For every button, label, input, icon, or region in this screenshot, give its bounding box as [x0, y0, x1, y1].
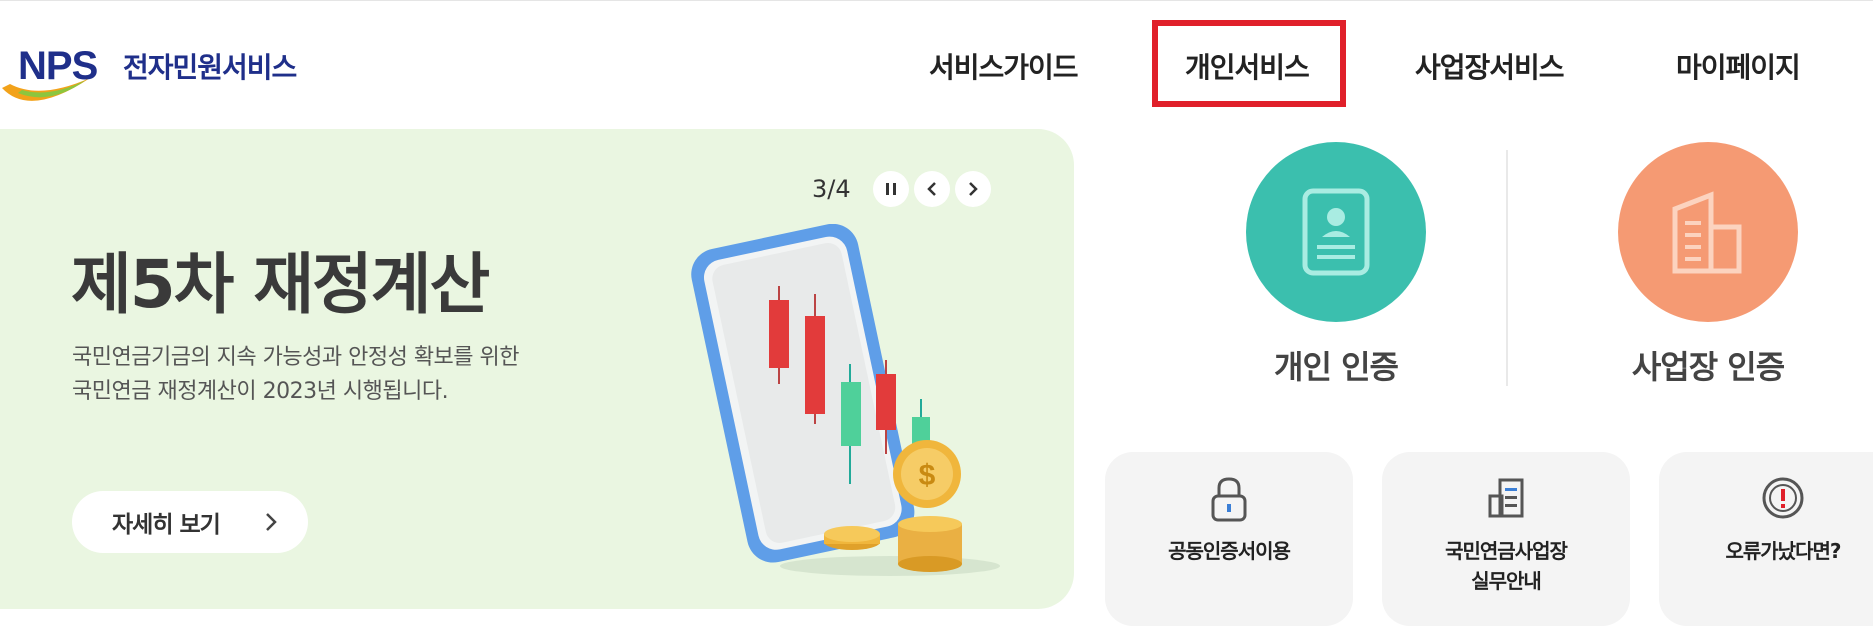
- quick-link-guide-line-2: 실무안내: [1471, 569, 1542, 593]
- svg-text:$: $: [919, 459, 936, 492]
- logo-title: 전자민원서비스: [123, 51, 297, 84]
- phone-chart-illustration: $: [691, 224, 1000, 576]
- auth-divider: [1506, 150, 1508, 386]
- pause-button[interactable]: [873, 171, 909, 207]
- nav-business-service[interactable]: 사업장서비스: [1415, 48, 1565, 88]
- business-auth-circle: [1618, 142, 1798, 322]
- banner-description: 국민연금기금의 지속 가능성과 안정성 확보를 위한 국민연금 재정계산이 20…: [72, 341, 632, 409]
- quick-link-business-guide[interactable]: 국민연금사업장 실무안내: [1382, 452, 1630, 626]
- chevron-right-icon: [266, 513, 277, 531]
- prev-slide-button[interactable]: [914, 171, 950, 207]
- quick-link-guide-line-1: 국민연금사업장: [1445, 539, 1568, 563]
- personal-auth-label: 개인 인증: [1274, 348, 1399, 386]
- id-card-icon: [1302, 188, 1370, 276]
- quick-link-certificate-label: 공동인증서이용: [1168, 539, 1291, 563]
- view-details-label: 자세히 보기: [112, 512, 221, 538]
- quick-link-error-help[interactable]: 오류가났다면?: [1659, 452, 1873, 626]
- pause-icon: [886, 183, 896, 195]
- logo-mark: NPS: [18, 44, 98, 88]
- nav-service-guide[interactable]: 서비스가이드: [929, 48, 1079, 88]
- alert-icon: [1762, 477, 1804, 519]
- chevron-left-icon: [927, 182, 936, 196]
- nav-highlight-box: [1152, 20, 1346, 107]
- nav-mypage[interactable]: 마이페이지: [1676, 48, 1801, 88]
- slide-counter: 3/4: [812, 175, 851, 203]
- business-auth-button[interactable]: 사업장 인증: [1608, 142, 1808, 388]
- banner-title: 제5차 재정계산: [71, 246, 490, 323]
- chevron-right-icon: [969, 182, 978, 196]
- banner-desc-line-2: 국민연금 재정계산이 2023년 시행됩니다.: [72, 379, 449, 404]
- quick-link-certificate[interactable]: 공동인증서이용: [1105, 452, 1353, 626]
- promo-banner: 3/4 제5차 재정계산 국민연금기금의 지속 가능성과 안정성 확보를 위한 …: [0, 129, 1074, 609]
- personal-auth-button[interactable]: 개인 인증: [1236, 142, 1436, 388]
- quick-link-error-label: 오류가났다면?: [1725, 539, 1841, 563]
- lock-icon: [1211, 477, 1247, 522]
- personal-auth-circle: [1246, 142, 1426, 322]
- document-building-icon: [1488, 478, 1524, 518]
- top-border: [0, 0, 1873, 1]
- next-slide-button[interactable]: [955, 171, 991, 207]
- business-auth-label: 사업장 인증: [1631, 348, 1785, 386]
- view-details-button[interactable]: 자세히 보기: [72, 491, 308, 553]
- quick-link-business-guide-label: 국민연금사업장 실무안내: [1382, 536, 1630, 596]
- site-logo[interactable]: NPS 전자민원서비스: [0, 38, 340, 108]
- building-icon: [1672, 191, 1742, 274]
- banner-desc-line-1: 국민연금기금의 지속 가능성과 안정성 확보를 위한: [72, 345, 520, 370]
